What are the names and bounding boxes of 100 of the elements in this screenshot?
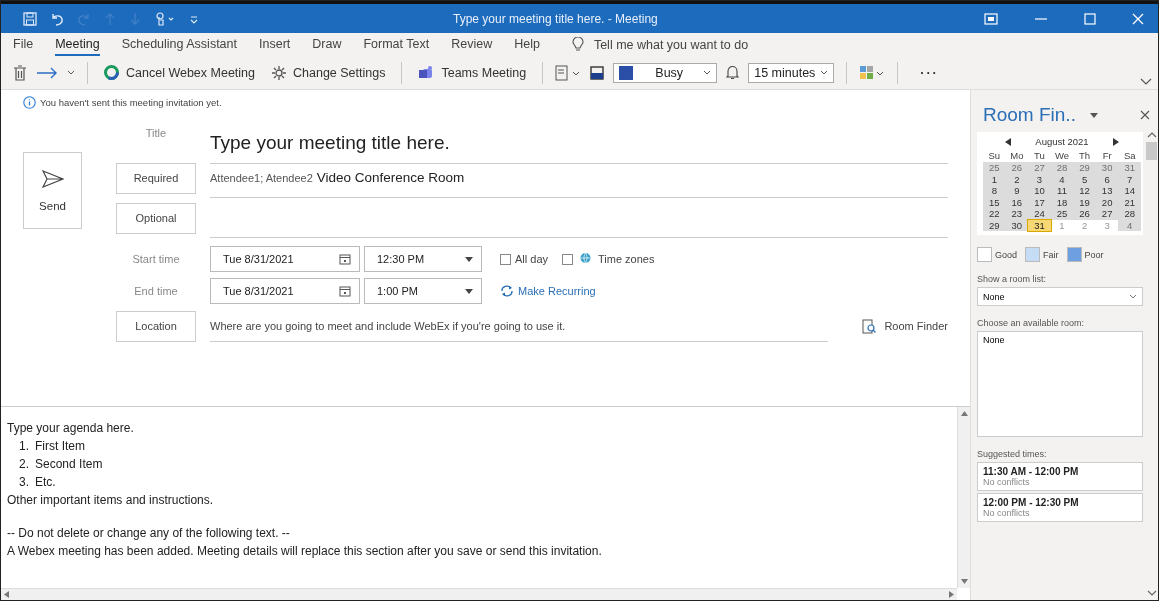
show-as-dropdown[interactable]: Busy: [613, 62, 718, 83]
calendar-icon[interactable]: [339, 253, 351, 265]
teams-meeting-button[interactable]: Teams Meeting: [414, 62, 531, 83]
scroll-up-icon[interactable]: [960, 411, 968, 416]
optional-button[interactable]: Optional: [116, 202, 196, 234]
weekday-label: We: [1053, 149, 1071, 162]
caret-icon: [1129, 294, 1137, 299]
scroll-down-icon[interactable]: [1146, 590, 1157, 596]
ribbon-tab[interactable]: File: [13, 33, 34, 56]
calendar-day[interactable]: 30: [1095, 162, 1119, 174]
calendar-day[interactable]: 24: [1028, 208, 1051, 220]
make-recurring-link[interactable]: Make Recurring: [500, 285, 596, 297]
search-field[interactable]: Tell me what you want to do: [591, 36, 836, 53]
scrollbar-thumb[interactable]: [1146, 142, 1157, 160]
previous-month-icon[interactable]: [1005, 137, 1012, 146]
calendar-day[interactable]: 31: [1028, 219, 1051, 231]
calendar-day[interactable]: 9: [1005, 185, 1029, 197]
weekday-label: Su: [987, 149, 1002, 162]
title-field[interactable]: Type your meeting title here.: [210, 122, 948, 164]
start-time-dropdown[interactable]: 12:30 PM: [364, 246, 482, 272]
vertical-scrollbar[interactable]: [957, 407, 970, 588]
calendar-day[interactable]: 23: [1005, 208, 1029, 220]
scroll-down-icon[interactable]: [960, 579, 968, 584]
forward-icon[interactable]: [36, 66, 58, 79]
ribbon-tab[interactable]: Insert: [259, 33, 291, 56]
save-icon[interactable]: [23, 11, 37, 26]
ribbon-tab[interactable]: Draw: [312, 33, 342, 56]
form-icon[interactable]: [555, 64, 582, 81]
change-settings-button[interactable]: Change Settings: [268, 62, 390, 83]
calendar-icon[interactable]: [339, 285, 351, 297]
close-icon[interactable]: [1140, 110, 1150, 120]
calendar-day[interactable]: 26: [1005, 162, 1029, 174]
all-day-checkbox[interactable]: All day: [500, 253, 549, 265]
calendar-day[interactable]: 28: [1118, 208, 1141, 220]
room-listbox[interactable]: None: [977, 331, 1143, 437]
start-time-label: Start time: [131, 253, 181, 265]
ribbon-display-icon[interactable]: [984, 12, 998, 25]
window-title: Type your meeting title here. - Meeting: [453, 11, 659, 26]
next-month-icon[interactable]: [1112, 137, 1119, 146]
suggested-time-card[interactable]: 11:30 AM - 12:00 PM No conflicts: [977, 462, 1143, 491]
calendar-day[interactable]: 31: [1118, 162, 1141, 174]
categorize-icon[interactable]: [859, 64, 886, 81]
cancel-webex-button[interactable]: Cancel Webex Meeting: [100, 62, 259, 83]
suggested-time-card[interactable]: 12:00 PM - 12:30 PM No conflicts: [977, 493, 1143, 522]
caret-icon[interactable]: [67, 69, 75, 76]
teams-icon: [418, 65, 435, 80]
calendar-day[interactable]: 27: [1028, 162, 1051, 174]
calendar-day[interactable]: 8: [983, 185, 1006, 197]
time-zones-label[interactable]: Time zones: [598, 253, 655, 265]
more-button[interactable]: ···: [910, 62, 949, 83]
ribbon-tab[interactable]: Scheduling Assistant: [121, 33, 237, 56]
legend-label: Fair: [1043, 249, 1059, 260]
undo-icon[interactable]: [50, 11, 64, 26]
webex-notice-text: A Webex meeting has been added. Meeting details will replace this section after you save or send this invitation.: [7, 544, 603, 559]
touch-mode-icon[interactable]: [154, 11, 176, 26]
list-item: Second Item: [35, 457, 103, 472]
calendar-day[interactable]: 29: [1073, 162, 1096, 174]
time-range: 11:30 AM - 12:00 PM: [983, 466, 1080, 477]
end-date-field[interactable]: Tue 8/31/2021: [210, 278, 360, 304]
scroll-up-icon[interactable]: [1146, 132, 1157, 138]
calendar-day[interactable]: 28: [1050, 162, 1074, 174]
start-date-field[interactable]: Tue 8/31/2021: [210, 246, 360, 272]
calendar-day[interactable]: 14: [1118, 185, 1141, 197]
calendar-day[interactable]: 26: [1073, 208, 1096, 220]
reminder-dropdown[interactable]: 15 minutes: [748, 62, 835, 83]
calendar-day[interactable]: 25: [1050, 208, 1074, 220]
calendar-day[interactable]: 10: [1028, 185, 1051, 197]
caret-icon: [465, 288, 473, 294]
notice-text: -- Do not delete or change any of the following text. --: [7, 526, 291, 541]
delete-icon[interactable]: [13, 64, 27, 81]
required-field[interactable]: Attendee1; Atendee2 Video Conference Room: [210, 158, 948, 198]
globe-icon: [579, 252, 593, 266]
ribbon-tab[interactable]: Review: [451, 33, 493, 56]
send-icon: [41, 169, 64, 188]
calendar-day[interactable]: 25: [983, 162, 1006, 174]
horizontal-scrollbar[interactable]: [1, 588, 957, 600]
calendar-day[interactable]: 27: [1095, 208, 1119, 220]
scroll-left-icon[interactable]: [4, 591, 9, 598]
maximize-icon[interactable]: [1084, 12, 1096, 25]
location-button[interactable]: Location: [116, 310, 196, 342]
send-button[interactable]: Send: [23, 152, 82, 229]
end-time-dropdown[interactable]: 1:00 PM: [364, 278, 482, 304]
expand-ribbon-icon[interactable]: [1140, 78, 1152, 86]
ribbon-tab[interactable]: Help: [514, 33, 540, 56]
pane-menu-icon[interactable]: [1089, 112, 1098, 118]
required-button[interactable]: Required: [116, 162, 196, 194]
show-as-icon: [590, 65, 605, 80]
calendar-day[interactable]: 13: [1095, 185, 1119, 197]
calendar-day[interactable]: 11: [1050, 185, 1074, 197]
calendar-day[interactable]: 12: [1073, 185, 1096, 197]
caret-icon: [820, 69, 829, 76]
room-finder-link[interactable]: Room Finder: [862, 318, 948, 334]
scroll-right-icon[interactable]: [949, 591, 954, 598]
available-room-label: Choose an available room:: [977, 318, 1086, 328]
legend-label: Poor: [1084, 249, 1104, 260]
calendar-day[interactable]: 22: [983, 208, 1006, 220]
time-zones-checkbox[interactable]: [562, 253, 574, 265]
room-list-dropdown[interactable]: None: [977, 287, 1143, 306]
ribbon-tab[interactable]: Format Text: [363, 33, 430, 56]
weekday-label: Tu: [1033, 149, 1046, 162]
